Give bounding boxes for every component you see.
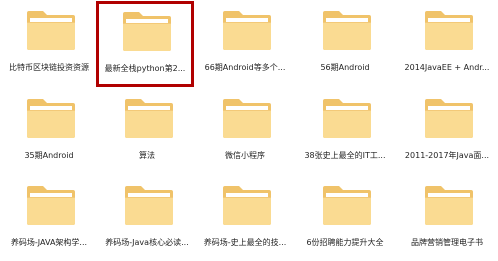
folder-icon bbox=[424, 8, 474, 52]
folder-item[interactable]: 38张史上最全的IT工... bbox=[296, 88, 394, 174]
folder-item[interactable]: 品牌营销管理电子书 bbox=[398, 175, 496, 261]
folder-item[interactable]: 56期Android bbox=[296, 0, 394, 86]
folder-label: 微信小程序 bbox=[225, 151, 265, 160]
folder-label: 最新全栈python第2... bbox=[104, 64, 186, 73]
folder-item[interactable]: 比特币区块链投资资源 bbox=[0, 0, 98, 86]
folder-icon bbox=[424, 96, 474, 140]
folder-label: 35期Android bbox=[24, 151, 74, 160]
folder-icon bbox=[26, 8, 76, 52]
folder-icon bbox=[26, 183, 76, 227]
folder-item[interactable]: 养码场-Java核心必读... bbox=[98, 175, 196, 261]
folder-label: 品牌营销管理电子书 bbox=[411, 238, 483, 247]
folder-label: 56期Android bbox=[320, 63, 370, 72]
folder-item[interactable]: 6份招聘能力提升大全 bbox=[296, 175, 394, 261]
file-grid: 比特币区块链投资资源 最新全栈python第2... 66期Android等多个… bbox=[0, 0, 498, 261]
folder-item[interactable]: 微信小程序 bbox=[196, 88, 294, 174]
folder-icon bbox=[424, 183, 474, 227]
folder-item[interactable]: 2011-2017年Java面... bbox=[398, 88, 496, 174]
folder-item[interactable]: 养码场-JAVA架构学... bbox=[0, 175, 98, 261]
folder-label: 6份招聘能力提升大全 bbox=[306, 238, 384, 247]
folder-icon bbox=[322, 8, 372, 52]
folder-icon bbox=[322, 183, 372, 227]
folder-icon bbox=[124, 183, 174, 227]
folder-label: 66期Android等多个... bbox=[204, 63, 286, 72]
folder-icon bbox=[124, 96, 174, 140]
folder-item[interactable]: 养码场-史上最全的技... bbox=[196, 175, 294, 261]
folder-label: 养码场-JAVA架构学... bbox=[10, 238, 88, 247]
folder-item[interactable]: 算法 bbox=[98, 88, 196, 174]
folder-icon bbox=[222, 183, 272, 227]
folder-item[interactable]: 35期Android bbox=[0, 88, 98, 174]
folder-icon bbox=[222, 96, 272, 140]
folder-label: 38张史上最全的IT工... bbox=[304, 151, 386, 160]
folder-label: 养码场-史上最全的技... bbox=[203, 238, 287, 247]
folder-label: 算法 bbox=[139, 151, 155, 160]
folder-label: 2011-2017年Java面... bbox=[404, 151, 490, 160]
folder-label: 比特币区块链投资资源 bbox=[9, 63, 89, 72]
folder-label: 养码场-Java核心必读... bbox=[105, 238, 189, 247]
folder-icon bbox=[122, 9, 172, 53]
folder-label: 2014JavaEE + Andr... bbox=[404, 63, 490, 72]
folder-item[interactable]: 2014JavaEE + Andr... bbox=[398, 0, 496, 86]
folder-item[interactable]: 最新全栈python第2... bbox=[96, 1, 194, 87]
folder-icon bbox=[222, 8, 272, 52]
folder-item[interactable]: 66期Android等多个... bbox=[196, 0, 294, 86]
folder-icon bbox=[322, 96, 372, 140]
folder-icon bbox=[26, 96, 76, 140]
